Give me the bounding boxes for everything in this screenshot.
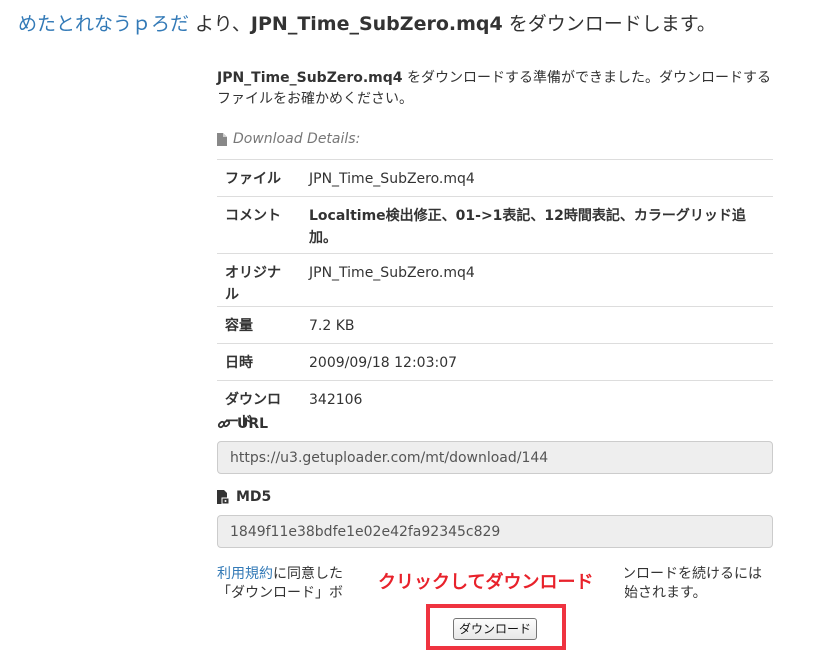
details-table: ファイル JPN_Time_SubZero.mq4 コメント Localtime…	[217, 159, 773, 433]
terms-line-1-text: に同意した	[273, 566, 343, 582]
row-label: オリジナル	[217, 253, 301, 307]
row-label: コメント	[217, 196, 301, 254]
row-label: 日時	[217, 343, 301, 381]
uploader-link[interactable]: めたとれなうｐろだ	[18, 13, 189, 35]
terms-line-2: 「ダウンロード」ボ	[217, 585, 343, 601]
file-icon	[217, 132, 227, 146]
terms-link[interactable]: 利用規約	[217, 566, 273, 582]
row-value: JPN_Time_SubZero.mq4	[301, 159, 773, 197]
url-label: URL	[217, 416, 268, 432]
row-label: ファイル	[217, 159, 301, 197]
terms-line-2-right: 始されます。	[624, 585, 707, 601]
headline-text-1: より、	[189, 13, 251, 35]
row-value: Localtime検出修正、01->1表記、12時間表記、カラーグリッド追加。	[301, 196, 773, 254]
row-value: 7.2 KB	[301, 306, 773, 344]
terms-line-1-right: ンロードを続けるには	[622, 566, 762, 582]
table-row: 容量 7.2 KB	[217, 306, 773, 344]
intro-filename: JPN_Time_SubZero.mq4	[217, 70, 403, 86]
row-value: 342106	[301, 380, 773, 433]
table-row: ファイル JPN_Time_SubZero.mq4	[217, 159, 773, 197]
md5-label: MD5	[217, 489, 271, 505]
details-title: Download Details:	[217, 131, 360, 147]
page-headline: めたとれなうｐろだ より、JPN_Time_SubZero.mq4 をダウンロー…	[18, 9, 716, 36]
headline-filename: JPN_Time_SubZero.mq4	[250, 13, 503, 35]
row-value: JPN_Time_SubZero.mq4	[301, 253, 773, 307]
url-field[interactable]	[217, 441, 773, 474]
md5-label-text: MD5	[236, 489, 272, 505]
headline-text-2: をダウンロードします。	[502, 13, 716, 35]
table-row: 日時 2009/09/18 12:03:07	[217, 343, 773, 381]
url-label-text: URL	[237, 416, 269, 432]
table-row: オリジナル JPN_Time_SubZero.mq4	[217, 253, 773, 307]
md5-field[interactable]	[217, 515, 773, 548]
table-row: ダウンロード 342106	[217, 380, 773, 433]
file-lock-icon	[217, 490, 230, 504]
intro-message: JPN_Time_SubZero.mq4 をダウンロードする準備ができました。ダ…	[217, 68, 773, 110]
details-title-text: Download Details:	[233, 131, 361, 147]
link-icon	[217, 419, 231, 429]
click-to-download-callout: クリックしてダウンロード	[378, 572, 594, 593]
row-value: 2009/09/18 12:03:07	[301, 343, 773, 381]
row-label: 容量	[217, 306, 301, 344]
table-row: コメント Localtime検出修正、01->1表記、12時間表記、カラーグリッ…	[217, 196, 773, 254]
terms-line-1: 利用規約に同意した	[217, 565, 343, 584]
download-button[interactable]: ダウンロード	[453, 618, 537, 640]
